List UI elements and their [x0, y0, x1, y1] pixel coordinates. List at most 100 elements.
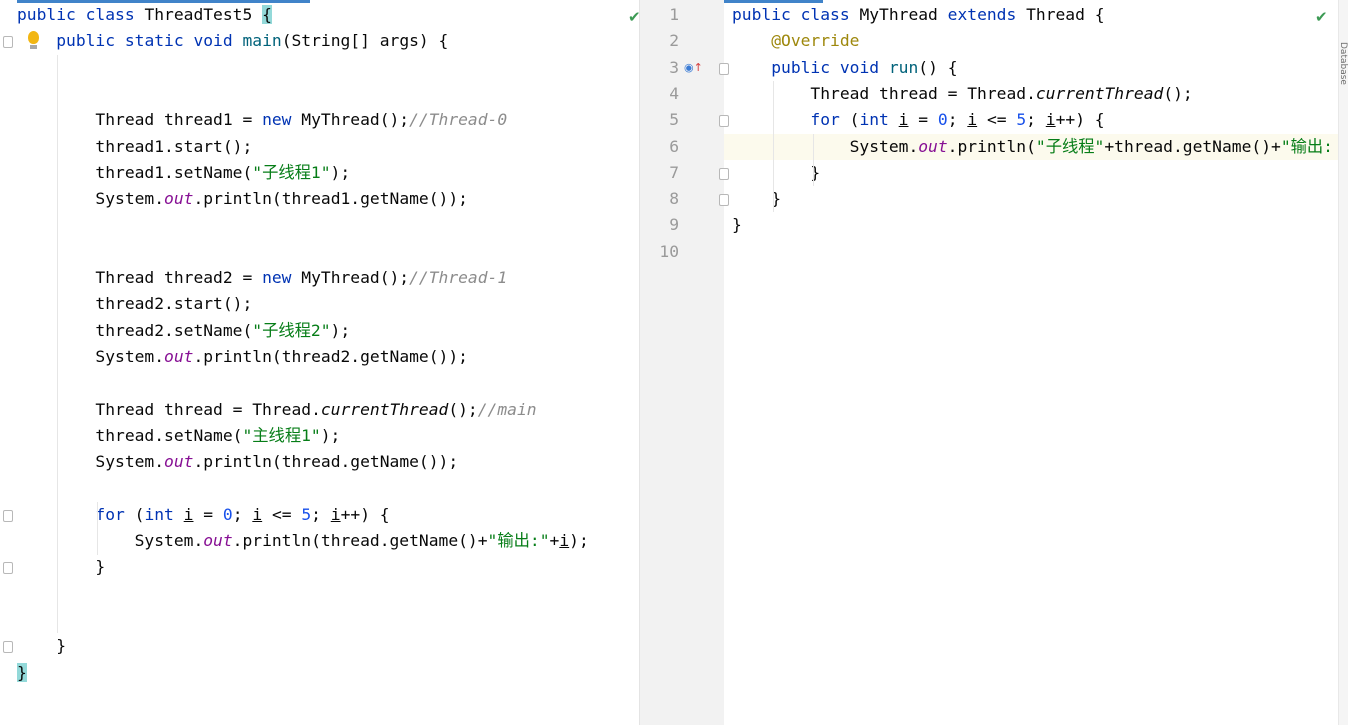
code-line[interactable]: public class MyThread extends Thread {: [732, 2, 1105, 28]
code-token: Thread thread = Thread.: [17, 399, 321, 419]
indent-guide: [773, 80, 774, 213]
fold-marker[interactable]: [719, 115, 729, 128]
line-number[interactable]: 2: [653, 28, 679, 54]
code-token: MyThread: [859, 5, 948, 24]
fold-marker[interactable]: [3, 641, 13, 654]
lightbulb-icon[interactable]: [28, 31, 39, 44]
code-token: currentThread: [1035, 83, 1164, 103]
code-token: currentThread: [320, 399, 449, 419]
code-token: //Thread-1: [409, 268, 508, 287]
code-token: i: [559, 531, 570, 550]
code-token: System.: [17, 531, 204, 550]
fold-marker[interactable]: [719, 62, 729, 75]
code-token: {: [262, 5, 272, 24]
code-line[interactable]: public static void main(String[] args) {: [17, 28, 448, 54]
code-token: "主线程1": [242, 425, 321, 445]
line-number[interactable]: 5: [653, 107, 679, 133]
code-token: System.: [732, 136, 919, 156]
line-number[interactable]: 1: [653, 2, 679, 28]
code-token: ++) {: [1055, 110, 1105, 130]
code-token: );: [330, 320, 351, 340]
line-number[interactable]: 7: [653, 160, 679, 186]
code-line[interactable]: public void run() {: [732, 55, 957, 81]
right-scrollbar[interactable]: [1338, 0, 1348, 725]
code-token: }: [17, 662, 27, 682]
code-token: out: [918, 136, 948, 156]
code-line[interactable]: for (int i = 0; i <= 5; i++) {: [17, 502, 389, 528]
code-line[interactable]: }: [732, 212, 742, 238]
code-token: i: [967, 110, 978, 130]
code-token: out: [164, 452, 194, 472]
code-line[interactable]: System.out.println(thread1.getName());: [17, 186, 468, 212]
code-line[interactable]: thread1.setName("子线程1");: [17, 160, 350, 186]
database-tool-tab[interactable]: Database: [1338, 42, 1348, 85]
code-token: thread.setName(: [17, 425, 243, 445]
code-line[interactable]: System.out.println(thread.getName());: [17, 449, 458, 475]
fold-marker[interactable]: [3, 509, 13, 522]
code-token: thread2.setName(: [17, 320, 253, 340]
right-editor-pane[interactable]: 1 2 3 4 5 6 7 8 9 10 public class MyThread extend…: [653, 0, 1348, 725]
line-number[interactable]: 8: [653, 186, 679, 212]
code-token: ;: [1026, 110, 1046, 130]
code-line[interactable]: thread1.start();: [17, 134, 252, 160]
line-number[interactable]: 9: [653, 212, 679, 238]
fold-marker[interactable]: [719, 194, 729, 207]
fold-marker[interactable]: [719, 167, 729, 180]
fold-marker[interactable]: [3, 36, 13, 49]
code-line[interactable]: System.out.println(thread2.getName());: [17, 344, 468, 370]
code-token: 5: [301, 504, 312, 524]
code-line[interactable]: thread2.start();: [17, 291, 252, 317]
left-editor-pane[interactable]: public class ThreadTest5 { public static…: [0, 0, 640, 725]
left-scrollbar[interactable]: [639, 0, 654, 725]
code-token: );: [320, 425, 341, 445]
code-line[interactable]: thread2.setName("子线程2");: [17, 318, 350, 344]
code-token: main: [242, 31, 282, 51]
code-line[interactable]: System.out.println("子线程"+thread.getName(…: [732, 134, 1333, 160]
code-token: (String[] args) {: [281, 31, 449, 51]
code-token: int: [144, 504, 184, 524]
code-token: ThreadTest5: [144, 5, 263, 24]
code-token: 5: [1016, 110, 1027, 130]
code-token: i: [252, 504, 263, 524]
code-line[interactable]: Thread thread1 = new MyThread();//Thread…: [17, 107, 507, 133]
line-number[interactable]: 3: [653, 55, 679, 81]
code-token: .println(: [947, 136, 1036, 156]
code-token: thread1.setName(: [17, 162, 253, 182]
code-token: .println(thread.getName()+: [232, 531, 488, 550]
code-token: (: [134, 504, 145, 524]
indent-guide: [813, 133, 814, 187]
code-line[interactable]: Thread thread = Thread.currentThread();: [732, 81, 1192, 107]
code-token: @Override: [771, 31, 860, 51]
code-line[interactable]: public class ThreadTest5 {: [17, 2, 272, 28]
code-line[interactable]: thread.setName("主线程1");: [17, 423, 340, 449]
code-token: for: [95, 504, 135, 524]
inspection-ok-icon-right[interactable]: ✔: [1315, 8, 1328, 26]
code-token: //main: [477, 399, 537, 419]
code-line[interactable]: }: [17, 554, 105, 580]
line-number[interactable]: 4: [653, 81, 679, 107]
code-line[interactable]: }: [17, 660, 27, 686]
fold-marker[interactable]: [3, 562, 13, 575]
code-line[interactable]: for (int i = 0; i <= 5; i++) {: [732, 107, 1105, 133]
override-gutter-icon[interactable]: ◉↑: [684, 62, 703, 74]
code-line[interactable]: }: [17, 633, 66, 659]
code-token: thread2.start();: [17, 294, 253, 314]
code-token: .println(thread2.getName());: [193, 346, 468, 366]
code-token: ;: [311, 504, 331, 524]
code-line[interactable]: System.out.println(thread.getName()+"输出:…: [17, 528, 589, 554]
code-line[interactable]: @Override: [732, 28, 859, 54]
code-line[interactable]: }: [732, 160, 820, 186]
code-token: =: [908, 110, 938, 130]
line-number[interactable]: 10: [653, 239, 679, 265]
code-line[interactable]: Thread thread2 = new MyThread();//Thread…: [17, 265, 507, 291]
code-token: =: [193, 504, 223, 524]
line-number[interactable]: 6: [653, 134, 679, 160]
indent-guide: [57, 54, 58, 634]
code-token: //Thread-0: [409, 110, 508, 130]
code-line[interactable]: Thread thread = Thread.currentThread();/…: [17, 397, 537, 423]
code-token: <=: [262, 504, 302, 524]
code-token: }: [732, 215, 742, 235]
code-token: MyThread();: [301, 268, 410, 287]
